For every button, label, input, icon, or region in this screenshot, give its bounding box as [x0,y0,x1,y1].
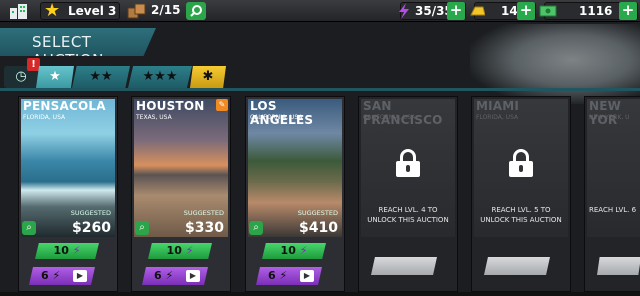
tab-two-star[interactable]: ★★ [72,66,130,88]
energy-icon: ⚡ [299,244,308,257]
suggested-price: $410 [299,220,338,236]
tab-three-star[interactable]: ★★★ [128,66,192,88]
zoom-icon[interactable]: ⌕ [22,221,36,235]
state-name: FLORIDA, USA [23,114,66,121]
lock-icon [396,149,420,177]
auction-card-los-angeles[interactable]: LOS ANGELES CALIFORNIA, USA SUGGESTED $4… [245,96,345,292]
energy-cost: 10 [166,244,182,257]
search-icon [190,5,202,17]
cash-icon [539,5,557,17]
energy-icon: ⚡ [52,269,61,282]
locked-button [597,257,640,275]
cash-counter: 1116 + [539,2,638,20]
bottom-edge [0,292,640,296]
suggested-label: SUGGESTED [183,209,224,217]
gold-bars-icon [470,6,485,16]
enter-energy-button[interactable]: 10 ⚡ [35,243,99,259]
auction-card-san-francisco[interactable]: SAN FRANCISCO CALIFORNIA, USA REACH LVL.… [358,96,458,292]
cash-value: 1116 [579,4,613,18]
page-title-banner: SELECT AUCTION [0,28,156,56]
energy-icon: ⚡ [72,244,81,257]
energy-cost: 10 [53,244,69,257]
suggested-label: SUGGESTED [297,209,338,217]
energy-icon: ⚡ [279,269,288,282]
suggested-label: SUGGESTED [70,209,111,217]
unlock-requirement: REACH LVL. 4 TO UNLOCK THIS AUCTION [367,206,449,224]
enter-video-button[interactable]: 6 ⚡ ▶ [142,267,208,285]
buildings-icon [10,4,27,19]
suggested-price: $330 [185,220,224,236]
enter-energy-button[interactable]: 10 ⚡ [148,243,212,259]
auction-card-miami[interactable]: MIAMI FLORIDA, USA REACH LVL. 5 TO UNLOC… [471,96,571,292]
clock-icon: ◷ [15,69,27,84]
hot-auction-icon: ✎ [216,99,228,111]
zoom-icon[interactable]: ⌕ [249,221,263,235]
enter-video-button[interactable]: 6 ⚡ ▶ [256,267,322,285]
play-video-icon: ▶ [186,270,200,282]
page-title: SELECT AUCTION [32,33,104,69]
enter-energy-button[interactable]: 10 ⚡ [262,243,326,259]
energy-cost: 10 [280,244,296,257]
state-name: CALIFORNIA, USA [363,114,416,121]
video-cost: 6 [154,269,162,282]
add-gold-button[interactable]: + [517,2,535,20]
star-icon: ★ [44,0,61,21]
gold-counter: 14 + [470,2,536,20]
gold-value: 14 [501,4,518,18]
boxes-count: 2/15 [151,3,181,17]
auction-card-pensacola[interactable]: PENSACOLA FLORIDA, USA SUGGESTED $260 ⌕ … [18,96,118,292]
city-name: MIAMI [476,99,520,113]
state-name: TEXAS, USA [136,114,172,121]
boxes-icon [127,3,146,19]
video-cost: 6 [41,269,49,282]
energy-icon [399,3,409,19]
locked-button [371,257,437,275]
level-label: Level 3 [68,4,117,18]
world-map-decoration [470,24,640,104]
video-cost: 6 [268,269,276,282]
search-button[interactable] [186,2,206,20]
lock-icon [509,149,533,177]
locked-button [484,257,550,275]
energy-counter: 35/35 + [399,2,466,20]
state-name: CALIFORNIA, USA [250,114,303,121]
city-name: LOS ANGELES [250,99,314,127]
energy-icon: ⚡ [165,269,174,282]
play-video-icon: ▶ [73,270,87,282]
tab-one-star[interactable]: ★ [36,66,74,88]
unlock-requirement: REACH LVL. 5 TO UNLOCK THIS AUCTION [480,206,562,224]
suggested-price: $260 [72,220,111,236]
city-name: PENSACOLA [23,99,106,113]
state-name: FLORIDA, USA [476,114,519,121]
auction-card-houston[interactable]: ✎ HOUSTON TEXAS, USA SUGGESTED $330 ⌕ 10… [131,96,231,292]
city-name: NEW YOR [589,99,622,127]
city-name: SAN FRANCISCO [363,99,443,127]
energy-icon: ⚡ [185,244,194,257]
home-button[interactable] [6,1,32,21]
level-indicator[interactable]: ★ Level 3 [40,0,120,21]
city-name: HOUSTON [136,99,205,113]
tab-underline [0,88,640,91]
unlock-requirement: REACH LVL. 6 [589,206,637,214]
top-bar: ★ Level 3 2/15 35/35 + 14 + 1116 + [0,0,640,22]
enter-video-button[interactable]: 6 ⚡ ▶ [29,267,95,285]
tab-timed[interactable]: ◷ ! [4,58,40,88]
tab-premium[interactable]: ✱ [190,66,226,88]
zoom-icon[interactable]: ⌕ [135,221,149,235]
state-name: NEW YORK, U [589,114,630,121]
alert-badge: ! [27,58,40,71]
play-video-icon: ▶ [300,270,314,282]
boxes-counter[interactable]: 2/15 [124,1,186,21]
auction-card-new-york[interactable]: NEW YOR NEW YORK, U REACH LVL. 6 [584,96,640,292]
add-energy-button[interactable]: + [447,2,465,20]
add-cash-button[interactable]: + [619,2,637,20]
